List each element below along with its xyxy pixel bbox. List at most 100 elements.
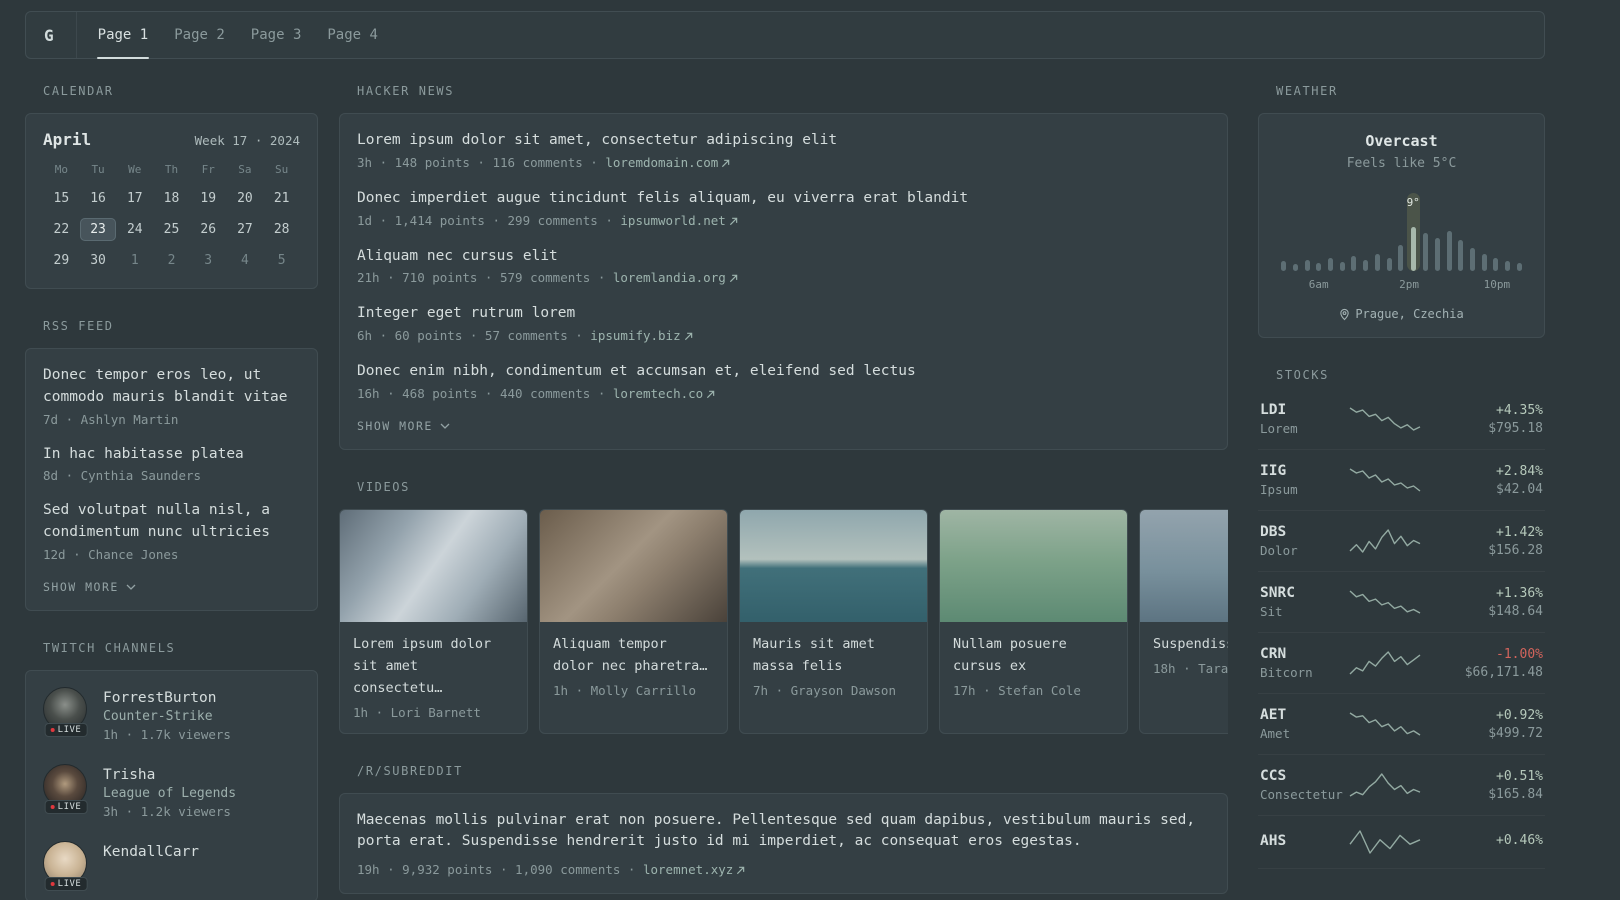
channel-info: ForrestBurton Counter-Strike 1h · 1.7k v… bbox=[103, 687, 231, 742]
stock-row[interactable]: DBS Dolor +1.42% $156.28 bbox=[1258, 511, 1545, 572]
reddit-post-link[interactable]: Maecenas mollis pulvinar erat non posuer… bbox=[357, 810, 1210, 854]
show-more-button[interactable]: SHOW MORE bbox=[357, 419, 450, 433]
channel-name[interactable]: ForrestBurton bbox=[103, 690, 217, 706]
video-thumbnail[interactable] bbox=[740, 509, 927, 622]
calendar-day: 26 bbox=[200, 222, 217, 237]
video-card[interactable]: Mauris sit amet massa felis 7h · Grayson… bbox=[739, 508, 928, 734]
video-card[interactable]: Aliquam tempor dolor nec pharetra… 1h · … bbox=[539, 508, 728, 734]
twitch-channel[interactable]: LIVE Trisha League of Legends 3h · 1.2k … bbox=[43, 763, 300, 819]
weather-bar bbox=[1432, 193, 1444, 271]
channel-name[interactable]: KendallCarr bbox=[103, 844, 199, 860]
hn-domain-link[interactable]: ipsumify.biz bbox=[590, 328, 692, 343]
video-card[interactable]: Suspendisse diam 18h · Tara bbox=[1139, 508, 1228, 734]
hn-title-link[interactable]: Donec imperdiet augue tincidunt felis al… bbox=[357, 188, 1210, 210]
tab-page-2[interactable]: Page 2 bbox=[161, 12, 238, 58]
video-body: Mauris sit amet massa felis 7h · Grayson… bbox=[740, 622, 927, 711]
right-column: WEATHER Overcast Feels like 5°C 9° 6am 2p… bbox=[1258, 84, 1545, 900]
rss-item-link[interactable]: Donec tempor eros leo, ut commodo mauris… bbox=[43, 365, 300, 409]
weather-bar bbox=[1301, 193, 1313, 271]
video-card[interactable]: Nullam posuere cursus ex 17h · Stefan Co… bbox=[939, 508, 1128, 734]
hn-meta: 21h · 710 points · 579 comments · loreml… bbox=[357, 270, 1210, 285]
stock-row[interactable]: AET Amet +0.92% $499.72 bbox=[1258, 694, 1545, 755]
video-thumbnail[interactable] bbox=[940, 509, 1127, 622]
stock-row[interactable]: SNRC Sit +1.36% $148.64 bbox=[1258, 572, 1545, 633]
page-tabs: Page 1 Page 2 Page 3 Page 4 bbox=[85, 12, 391, 59]
channel-game[interactable]: Counter-Strike bbox=[103, 709, 231, 724]
avatar[interactable]: LIVE bbox=[43, 763, 89, 814]
show-more-button[interactable]: SHOW MORE bbox=[43, 580, 136, 594]
weather-bar bbox=[1478, 193, 1490, 271]
stock-row[interactable]: IIG Ipsum +2.84% $42.04 bbox=[1258, 450, 1545, 511]
weather-bar bbox=[1395, 193, 1407, 271]
video-title[interactable]: Mauris sit amet massa felis bbox=[753, 636, 875, 674]
twitch-channel[interactable]: LIVE KendallCarr bbox=[43, 840, 300, 891]
stock-id: IIG Ipsum bbox=[1260, 463, 1348, 497]
video-title[interactable]: Suspendisse diam bbox=[1153, 636, 1228, 652]
video-card[interactable]: Lorem ipsum dolor sit amet consectetu… 1… bbox=[339, 508, 528, 734]
video-thumbnail[interactable] bbox=[1140, 509, 1228, 622]
avatar[interactable]: LIVE bbox=[43, 686, 89, 737]
calendar-day: 19 bbox=[200, 191, 217, 206]
calendar-day: 20 bbox=[237, 191, 253, 206]
hn-domain-link[interactable]: loremtech.co bbox=[613, 386, 715, 401]
hn-title-link[interactable]: Integer eget rutrum lorem bbox=[357, 303, 1210, 325]
calendar-day: 21 bbox=[273, 191, 290, 206]
video-title[interactable]: Lorem ipsum dolor sit amet consectetu… bbox=[353, 636, 491, 696]
video-meta: 18h · Tara bbox=[1153, 660, 1228, 676]
video-thumbnail[interactable] bbox=[540, 509, 727, 622]
hn-domain-text: loremtech.co bbox=[612, 385, 704, 401]
stock-row[interactable]: CRN Bitcorn -1.00% $66,171.48 bbox=[1258, 633, 1545, 694]
video-title[interactable]: Aliquam tempor dolor nec pharetra… bbox=[553, 636, 707, 674]
channel-game[interactable]: League of Legends bbox=[103, 786, 236, 801]
stock-values: +0.92% $499.72 bbox=[1422, 708, 1543, 741]
reddit-domain-link[interactable]: loremnet.xyz bbox=[643, 862, 745, 877]
live-dot-icon bbox=[50, 804, 55, 809]
chevron-down-icon bbox=[126, 584, 136, 590]
stock-row[interactable]: AHS +0.46% bbox=[1258, 816, 1545, 869]
tab-page-1[interactable]: Page 1 bbox=[85, 12, 162, 59]
stock-row[interactable]: CCS Consectetur +0.51% $165.84 bbox=[1258, 755, 1545, 816]
weather-location: Prague, Czechia bbox=[1276, 307, 1527, 321]
reddit-post: Maecenas mollis pulvinar erat non posuer… bbox=[357, 810, 1210, 878]
rss-item-meta: 7d · Ashlyn Martin bbox=[43, 411, 179, 427]
video-title[interactable]: Nullam posuere cursus ex bbox=[953, 636, 1067, 674]
reddit-domain-text: loremnet.xyz bbox=[642, 862, 734, 878]
hn-title-link[interactable]: Aliquam nec cursus elit bbox=[357, 246, 1210, 268]
stock-ticker: AHS bbox=[1260, 832, 1287, 849]
stock-price: $148.64 bbox=[1488, 603, 1543, 619]
location-pin-icon bbox=[1340, 308, 1350, 320]
weather-bar bbox=[1490, 193, 1502, 271]
stock-ticker: LDI bbox=[1260, 402, 1287, 418]
app-logo[interactable]: G bbox=[44, 12, 77, 58]
hn-title-link[interactable]: Lorem ipsum dolor sit amet, consectetur … bbox=[357, 130, 1210, 152]
hn-domain-link[interactable]: ipsumworld.net bbox=[620, 213, 738, 228]
calendar-day: 2 bbox=[167, 253, 176, 268]
twitch-channel[interactable]: LIVE ForrestBurton Counter-Strike 1h · 1… bbox=[43, 686, 300, 742]
weather-bar bbox=[1336, 193, 1348, 271]
hn-title-link[interactable]: Donec enim nibh, condimentum et accumsan… bbox=[357, 361, 1210, 383]
hn-domain-link[interactable]: loremdomain.com bbox=[605, 155, 730, 170]
stock-row[interactable]: LDI Lorem +4.35% $795.18 bbox=[1258, 397, 1545, 450]
stock-change: +0.51% bbox=[1496, 768, 1543, 784]
calendar-day: 22 bbox=[53, 222, 70, 237]
video-thumbnail[interactable] bbox=[340, 509, 527, 622]
channel-name[interactable]: Trisha bbox=[103, 767, 155, 783]
avatar[interactable]: LIVE bbox=[43, 840, 89, 891]
hn-meta: 3h · 148 points · 116 comments · loremdo… bbox=[357, 155, 1210, 170]
rss-item-link[interactable]: Sed volutpat nulla nisl, a condimentum n… bbox=[43, 500, 300, 544]
stock-sparkline bbox=[1349, 773, 1421, 797]
calendar-widget: CALENDAR April Week 17 · 2024 Mo Tu We Th Fr… bbox=[25, 84, 318, 289]
tab-page-3[interactable]: Page 3 bbox=[238, 12, 315, 58]
stock-sparkline bbox=[1349, 468, 1421, 492]
hacker-news-widget: HACKER NEWS Lorem ipsum dolor sit amet, … bbox=[339, 84, 1228, 450]
tab-page-4[interactable]: Page 4 bbox=[314, 12, 391, 58]
calendar-day: 29 bbox=[53, 253, 70, 268]
stock-ticker: CCS bbox=[1260, 768, 1287, 784]
calendar-week-year: Week 17 · 2024 bbox=[194, 133, 300, 148]
rss-item-link[interactable]: In hac habitasse platea bbox=[43, 444, 300, 466]
live-dot-icon bbox=[50, 881, 55, 886]
video-meta: 17h · Stefan Cole bbox=[953, 682, 1081, 698]
hn-domain-link[interactable]: loremlandia.org bbox=[613, 270, 738, 285]
weather-card: Overcast Feels like 5°C 9° 6am 2pm 10pm Pr… bbox=[1258, 113, 1545, 338]
hn-meta: 6h · 60 points · 57 comments · ipsumify.… bbox=[357, 328, 1210, 343]
